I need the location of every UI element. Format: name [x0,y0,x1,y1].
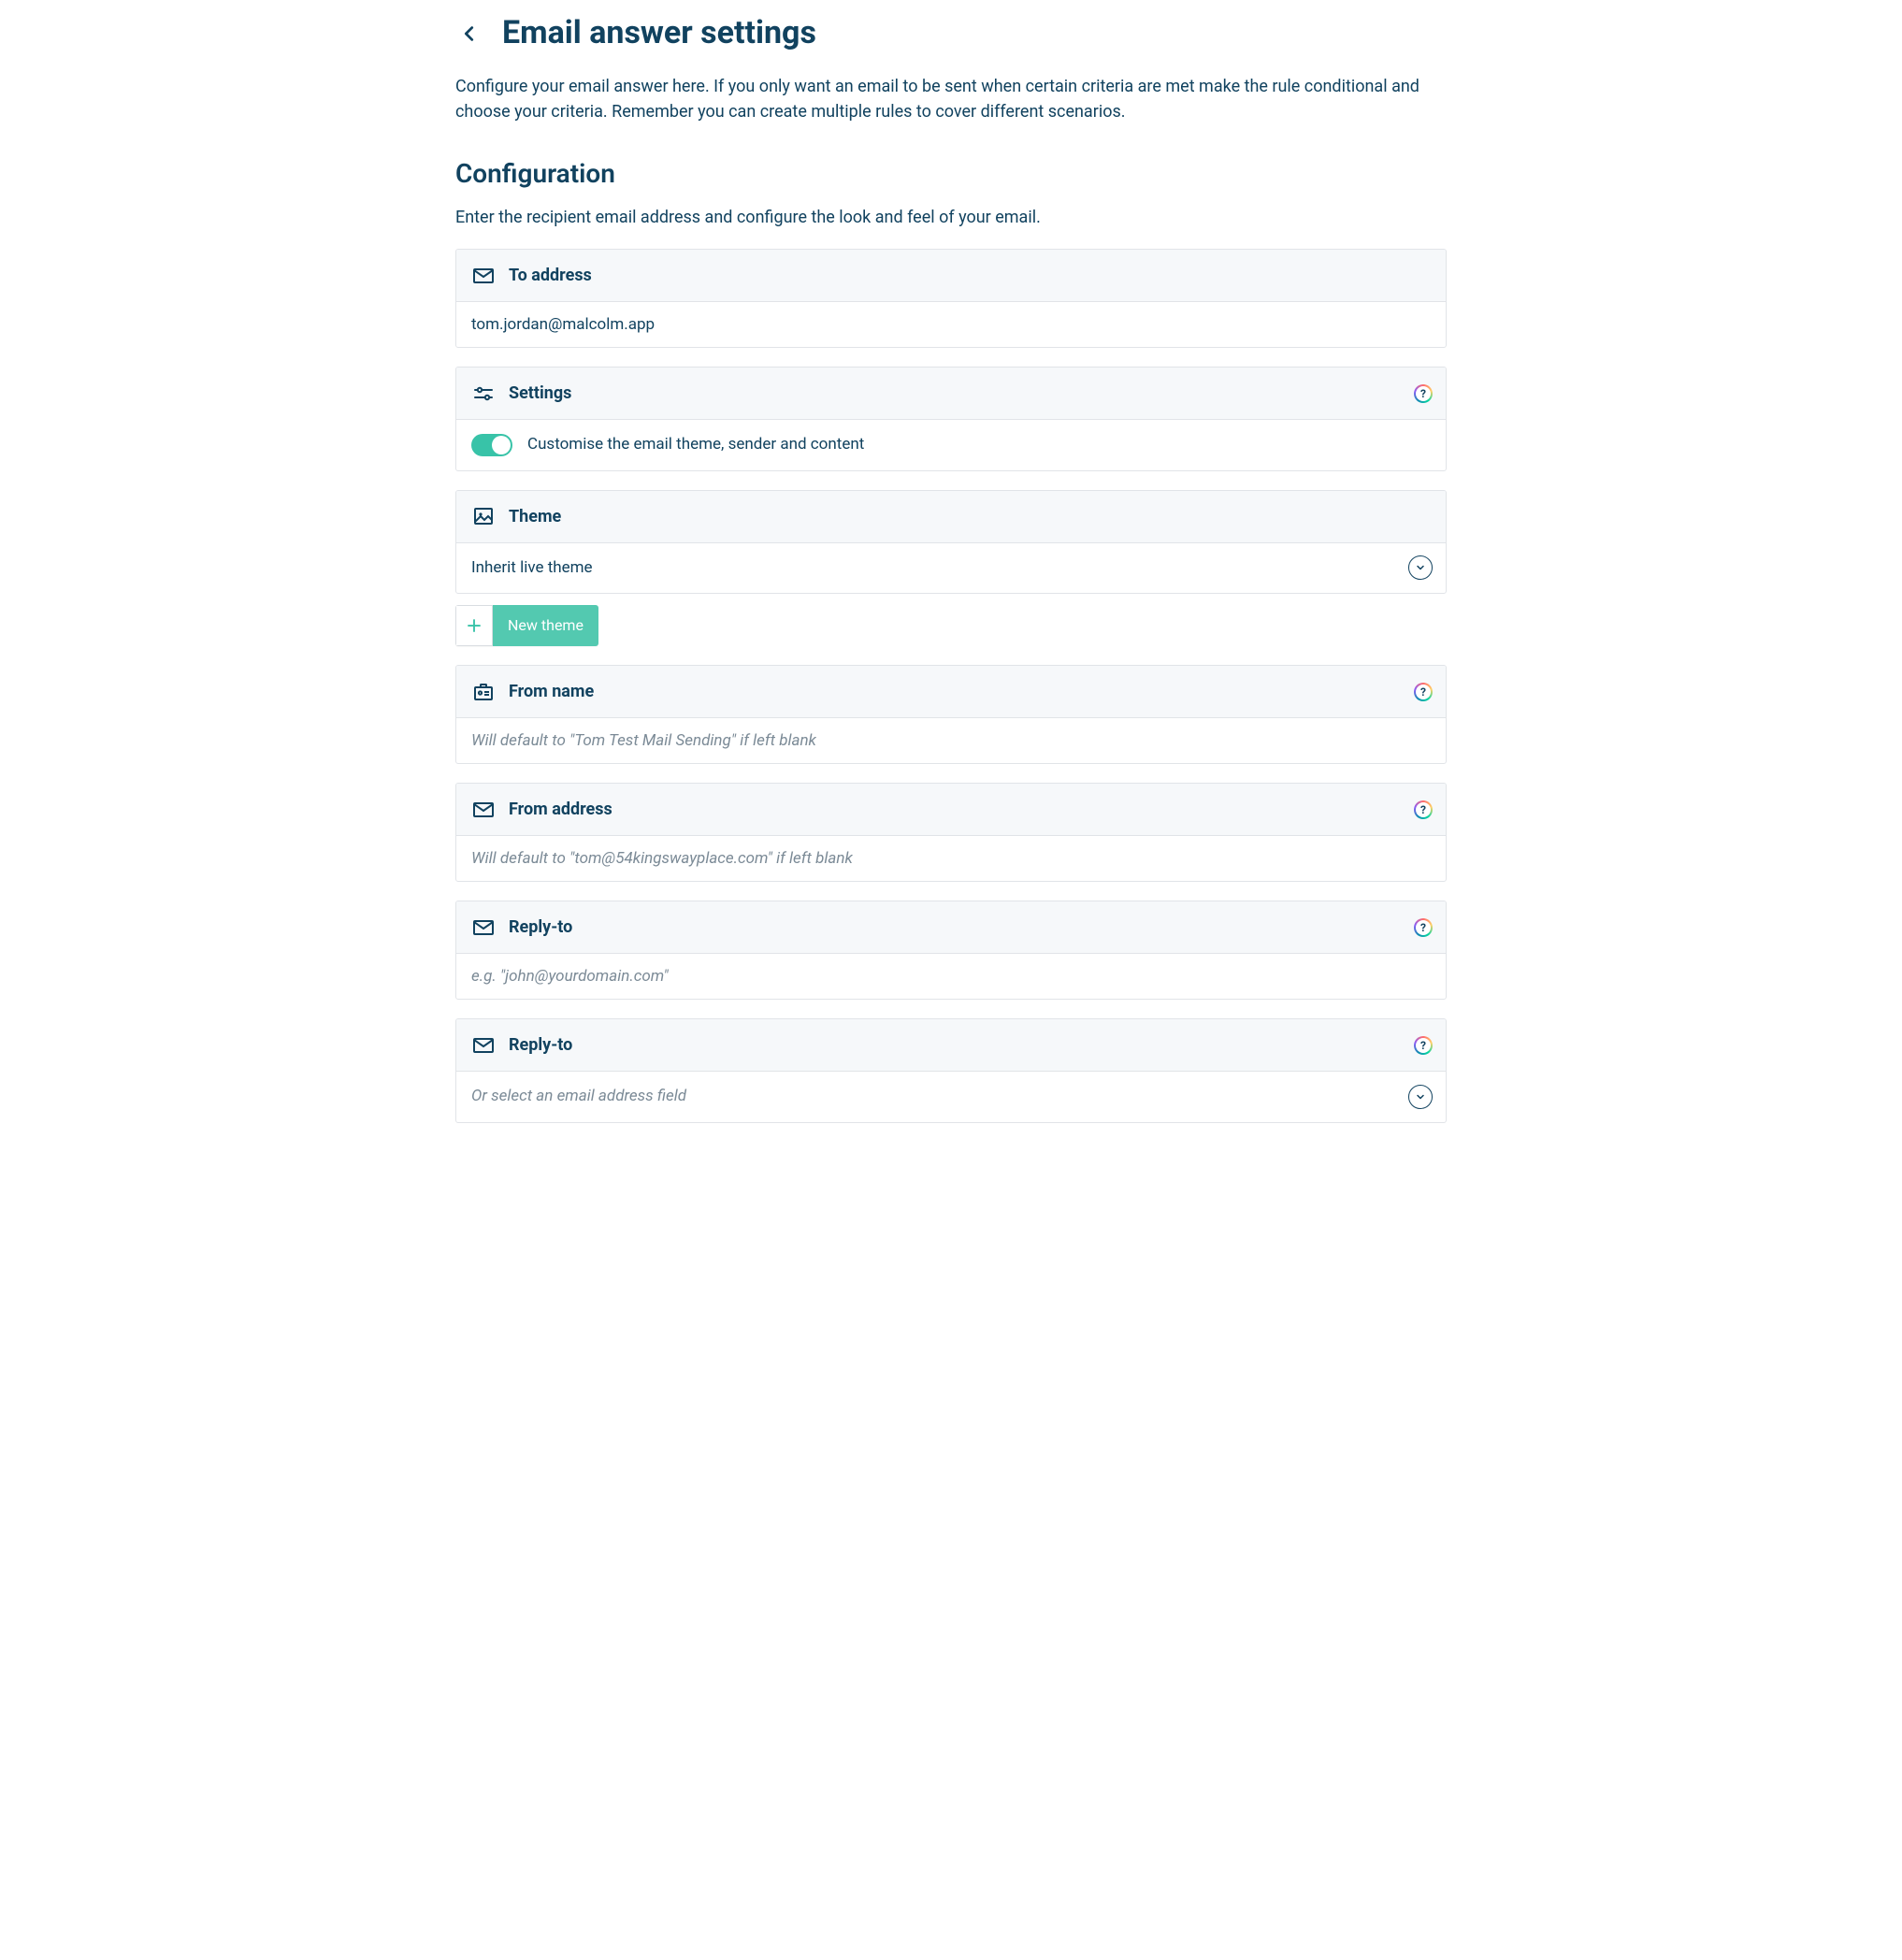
reply-to-input[interactable] [456,954,1446,999]
card-header-reply-to-text: Reply-to ? [456,901,1446,954]
help-icon[interactable]: ? [1414,683,1433,701]
card-title-settings: Settings [509,381,571,406]
help-icon[interactable]: ? [1414,800,1433,819]
sliders-icon [471,382,496,406]
envelope-icon [471,798,496,822]
customise-toggle-label: Customise the email theme, sender and co… [527,433,864,457]
section-title: Configuration [455,154,1447,194]
back-button[interactable] [455,20,483,48]
card-header-settings: Settings ? [456,368,1446,420]
card-reply-to-select: Reply-to ? Or select an email address fi… [455,1018,1447,1123]
chevron-down-icon [1408,1085,1433,1109]
help-icon[interactable]: ? [1414,918,1433,937]
image-icon [471,504,496,528]
card-title-reply-to-text: Reply-to [509,915,572,940]
card-theme: Theme Inherit live theme [455,490,1447,595]
card-title-to-address: To address [509,263,592,288]
page-description: Configure your email answer here. If you… [455,74,1447,124]
help-icon[interactable]: ? [1414,1036,1433,1055]
customise-toggle[interactable] [471,434,512,456]
page-title: Email answer settings [502,9,816,57]
card-to-address: To address [455,249,1447,348]
help-icon[interactable]: ? [1414,384,1433,403]
reply-to-select[interactable]: Or select an email address field [456,1072,1446,1122]
card-header-to-address: To address [456,250,1446,302]
theme-select[interactable]: Inherit live theme [456,543,1446,594]
card-title-theme: Theme [509,504,561,529]
card-header-from-address: From address ? [456,784,1446,836]
card-header-theme: Theme [456,491,1446,543]
theme-select-value: Inherit live theme [456,543,1446,594]
card-settings: Settings ? Customise the email theme, se… [455,367,1447,471]
card-title-from-address: From address [509,797,612,822]
plus-icon [455,605,493,646]
reply-to-select-placeholder: Or select an email address field [456,1072,1446,1122]
envelope-icon [471,264,496,288]
card-from-address: From address ? [455,783,1447,882]
card-title-reply-to-select: Reply-to [509,1032,572,1058]
to-address-input[interactable] [456,302,1446,347]
id-card-icon [471,680,496,704]
chevron-down-icon [1408,555,1433,580]
card-from-name: From name ? [455,665,1447,764]
section-description: Enter the recipient email address and co… [455,205,1447,230]
card-reply-to-text: Reply-to ? [455,901,1447,1000]
from-name-input[interactable] [456,718,1446,763]
card-header-reply-to-select: Reply-to ? [456,1019,1446,1072]
envelope-icon [471,915,496,940]
envelope-icon [471,1033,496,1058]
card-header-from-name: From name ? [456,666,1446,718]
from-address-input[interactable] [456,836,1446,881]
new-theme-button[interactable]: New theme [455,605,598,646]
new-theme-label: New theme [493,605,598,646]
card-title-from-name: From name [509,679,594,704]
